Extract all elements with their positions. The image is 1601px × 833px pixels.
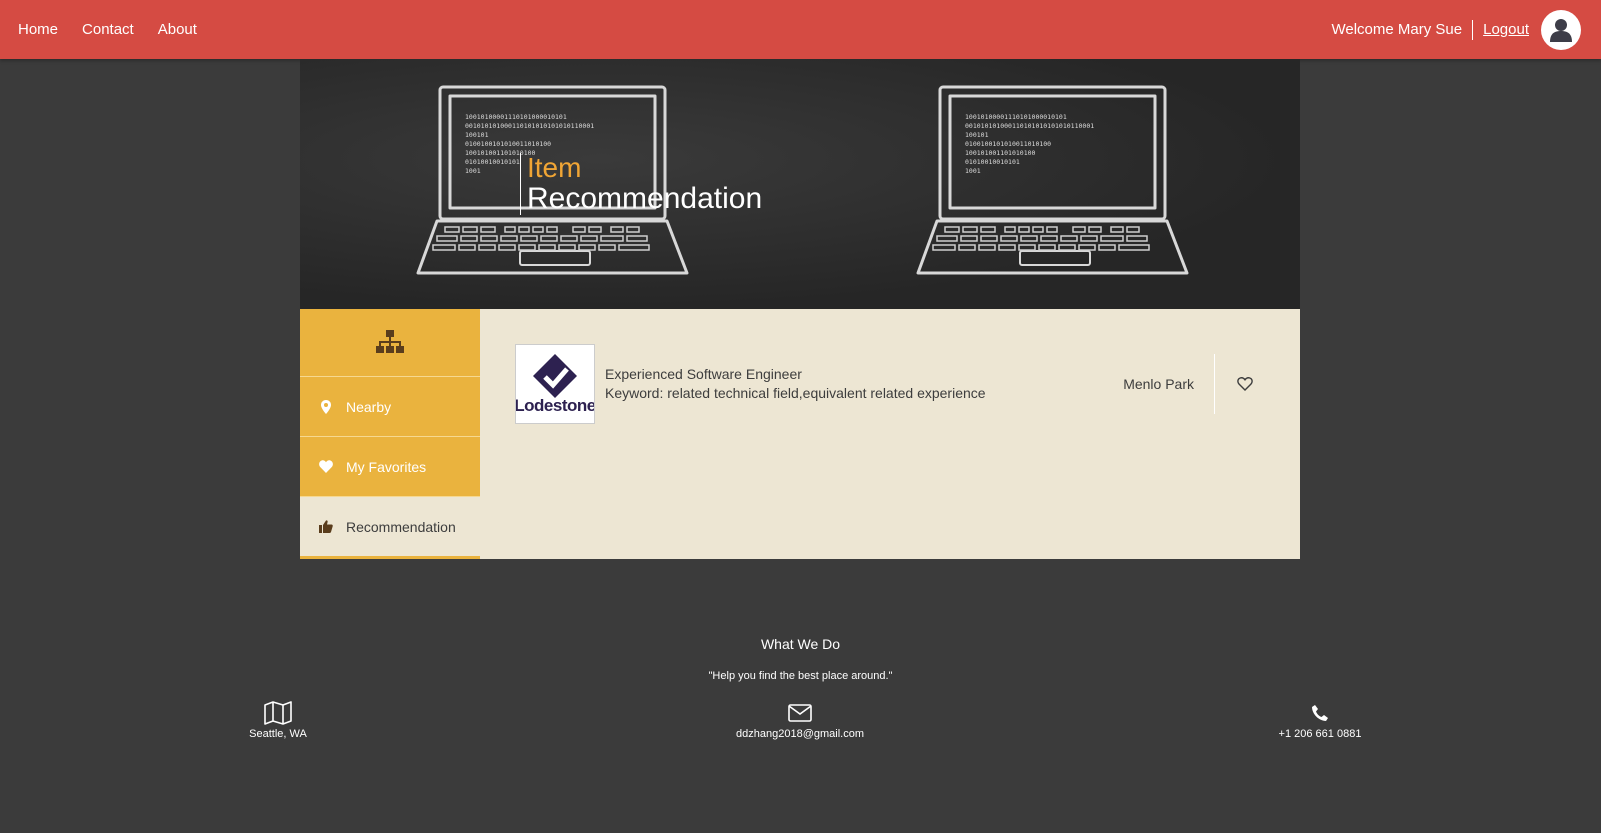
nav-links: Home Contact About xyxy=(0,21,197,38)
nav-contact-link[interactable]: Contact xyxy=(82,21,134,38)
sidebar-item-label: Recommendation xyxy=(346,518,456,535)
hero-banner: 10010100001110101000010101 0010101010001… xyxy=(300,59,1300,309)
svg-text:001010101000110101010101010110: 001010101000110101010101010110001 xyxy=(965,122,1094,130)
svg-text:100101: 100101 xyxy=(465,131,489,139)
footer-email: ddzhang2018@gmail.com xyxy=(700,700,900,740)
laptop-illustration-right: 10010100001110101000010101 0010101010001… xyxy=(916,85,1189,275)
nav-home-link[interactable]: Home xyxy=(18,21,58,38)
footer-location-text: Seattle, WA xyxy=(249,728,307,740)
sidebar-item-label: Nearby xyxy=(346,398,392,415)
favorite-button[interactable] xyxy=(1215,354,1275,414)
svg-text:001010101000110101010101010110: 001010101000110101010101010110001 xyxy=(465,122,594,130)
item-keyword: Keyword: related technical field,equival… xyxy=(605,385,986,401)
svg-text:01010010010101: 01010010010101 xyxy=(965,158,1020,166)
item-info: Experienced Software Engineer Keyword: r… xyxy=(605,365,986,403)
footer-location: Seattle, WA xyxy=(178,700,378,740)
top-nav-bar: Home Contact About Welcome Mary Sue Logo… xyxy=(0,0,1601,59)
svg-text:10010100001110101000010101: 10010100001110101000010101 xyxy=(965,113,1067,121)
sidebar-item-recommendation[interactable]: Recommendation xyxy=(300,497,480,559)
svg-text:100101001101010100: 100101001101010100 xyxy=(965,149,1036,157)
user-icon[interactable] xyxy=(1541,9,1581,50)
sidebar-item-my-favorites[interactable]: My Favorites xyxy=(300,437,480,497)
logout-link[interactable]: Logout xyxy=(1483,21,1529,38)
svg-text:01010010010101: 01010010010101 xyxy=(465,158,520,166)
sidebar-header xyxy=(300,309,480,377)
phone-icon xyxy=(1220,700,1420,726)
svg-text:0100100101010011010100: 0100100101010011010100 xyxy=(965,140,1051,148)
item-location: Menlo Park xyxy=(1123,354,1215,414)
company-logo: Lodestone xyxy=(515,344,595,424)
sidebar-item-label: My Favorites xyxy=(346,458,427,475)
svg-text:0100100101010011010100: 0100100101010011010100 xyxy=(465,140,551,148)
nav-about-link[interactable]: About xyxy=(158,21,197,38)
map-icon xyxy=(178,700,378,726)
footer-title: What We Do xyxy=(760,636,841,652)
hero-title: Item Recommendation xyxy=(520,153,762,215)
logo-wordmark: Lodestone xyxy=(515,396,595,415)
map-pin-icon xyxy=(318,399,334,414)
footer-quote: "Help you find the best place around." xyxy=(708,670,893,682)
footer-phone-text: +1 206 661 0881 xyxy=(1278,728,1362,740)
lodestone-logo-icon xyxy=(533,354,577,398)
svg-text:1001: 1001 xyxy=(465,167,481,175)
thumbs-up-icon xyxy=(318,520,334,533)
sitemap-icon xyxy=(376,329,404,353)
envelope-icon xyxy=(700,700,900,726)
heart-icon xyxy=(318,460,334,473)
sidebar: Nearby My Favorites Recommendation xyxy=(300,309,480,559)
footer-phone: +1 206 661 0881 xyxy=(1220,700,1420,740)
main-panel: Nearby My Favorites Recommendation Lodes… xyxy=(300,309,1300,559)
hero-title-line1: Item xyxy=(527,152,582,183)
svg-text:100101: 100101 xyxy=(965,131,989,139)
footer-email-text[interactable]: ddzhang2018@gmail.com xyxy=(700,728,900,740)
welcome-text: Welcome Mary Sue xyxy=(1332,19,1474,40)
sidebar-item-nearby[interactable]: Nearby xyxy=(300,377,480,437)
item-name[interactable]: Experienced Software Engineer xyxy=(605,365,986,384)
svg-text:10010100001110101000010101: 10010100001110101000010101 xyxy=(465,113,567,121)
heart-outline-icon xyxy=(1237,377,1253,391)
nav-user-area: Welcome Mary Sue Logout xyxy=(1332,9,1601,50)
svg-text:1001: 1001 xyxy=(965,167,981,175)
list-item[interactable]: Lodestone Experienced Software Engineer … xyxy=(515,343,1275,425)
hero-title-line2: Recommendation xyxy=(527,182,763,215)
